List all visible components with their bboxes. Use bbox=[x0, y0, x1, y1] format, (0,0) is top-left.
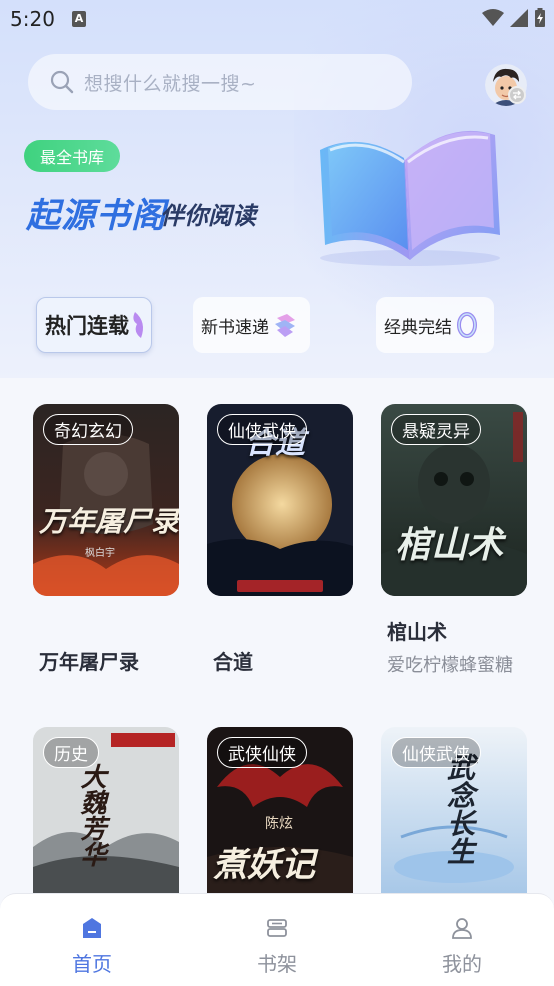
category-new-books[interactable]: 新书速递 bbox=[193, 297, 310, 353]
genre-tag: 武侠仙侠 bbox=[217, 737, 307, 768]
account-switch-icon[interactable] bbox=[508, 86, 526, 104]
brand-title: 起源书阁 bbox=[26, 196, 166, 236]
category-hot-serial[interactable]: 热门连载 bbox=[36, 297, 152, 353]
category-label: 新书速递 bbox=[201, 317, 269, 338]
bookshelf-icon bbox=[267, 919, 287, 937]
library-badge: 最全书库 bbox=[24, 140, 120, 172]
category-classic-complete[interactable]: 经典完结 bbox=[376, 297, 494, 353]
cover-title: 棺山术 bbox=[395, 525, 504, 566]
genre-tag: 历史 bbox=[43, 737, 99, 768]
cover-author: 陈炫 bbox=[265, 816, 293, 832]
open-book-illustration bbox=[320, 130, 500, 266]
cover-author: 枫白宇 bbox=[85, 548, 115, 559]
battery-icon bbox=[535, 8, 545, 27]
book-cover: 万年屠尸录 枫白宇 奇幻玄幻 bbox=[33, 404, 179, 596]
book-author: 爱吃柠檬蜂蜜糖 bbox=[387, 655, 513, 676]
search-icon bbox=[50, 70, 74, 94]
nav-profile[interactable]: 我的 bbox=[370, 894, 554, 986]
book-cover: 棺山术 悬疑灵异 bbox=[381, 404, 527, 596]
cover-title: 万年屠尸录 bbox=[39, 505, 179, 538]
ring-icon bbox=[457, 312, 477, 338]
genre-tag: 仙侠武侠 bbox=[217, 414, 307, 445]
bottom-nav: 首页 书架 我的 bbox=[0, 893, 554, 986]
nav-label: 我的 bbox=[442, 952, 482, 976]
cover-title: 大魏芳华 bbox=[76, 763, 106, 867]
book-title: 棺山术 bbox=[387, 620, 447, 644]
wifi-icon bbox=[482, 9, 504, 26]
book-title: 万年屠尸录 bbox=[39, 650, 139, 674]
book-cover: 合道 仙侠武侠 bbox=[207, 404, 353, 596]
search-placeholder: 想搜什么就搜一搜~ bbox=[84, 72, 257, 95]
book-cover: 煮妖记 陈炫 武侠仙侠 bbox=[207, 727, 353, 893]
book-stack-icon bbox=[275, 314, 295, 337]
nav-bookshelf[interactable]: 书架 bbox=[185, 894, 369, 986]
book-cover: 大魏芳华 历史 bbox=[33, 727, 179, 893]
cover-title: 煮妖记 bbox=[213, 845, 315, 885]
search-input[interactable]: 想搜什么就搜一搜~ bbox=[28, 54, 412, 110]
status-time: 5:20 bbox=[10, 7, 55, 31]
flame-icon bbox=[133, 312, 143, 338]
book-cover: 武念长生 仙侠武侠 bbox=[381, 727, 527, 893]
home-icon bbox=[83, 918, 101, 938]
book-title: 合道 bbox=[213, 650, 253, 674]
signal-icon bbox=[510, 9, 528, 27]
genre-tag: 仙侠武侠 bbox=[391, 737, 481, 768]
genre-tag: 奇幻玄幻 bbox=[43, 414, 133, 445]
nav-label: 书架 bbox=[257, 952, 297, 976]
profile-icon bbox=[452, 918, 472, 939]
status-icons bbox=[482, 8, 546, 28]
brand-slogan: 伴你阅读 bbox=[160, 202, 256, 230]
nav-home[interactable]: 首页 bbox=[0, 894, 184, 986]
notification-icon: A bbox=[72, 11, 86, 27]
category-label: 经典完结 bbox=[384, 317, 452, 338]
status-bar: 5:20 A bbox=[0, 0, 554, 40]
cover-title: 武念长生 bbox=[443, 753, 476, 865]
category-label: 热门连载 bbox=[45, 314, 129, 338]
nav-label: 首页 bbox=[72, 952, 112, 976]
genre-tag: 悬疑灵异 bbox=[391, 414, 481, 445]
